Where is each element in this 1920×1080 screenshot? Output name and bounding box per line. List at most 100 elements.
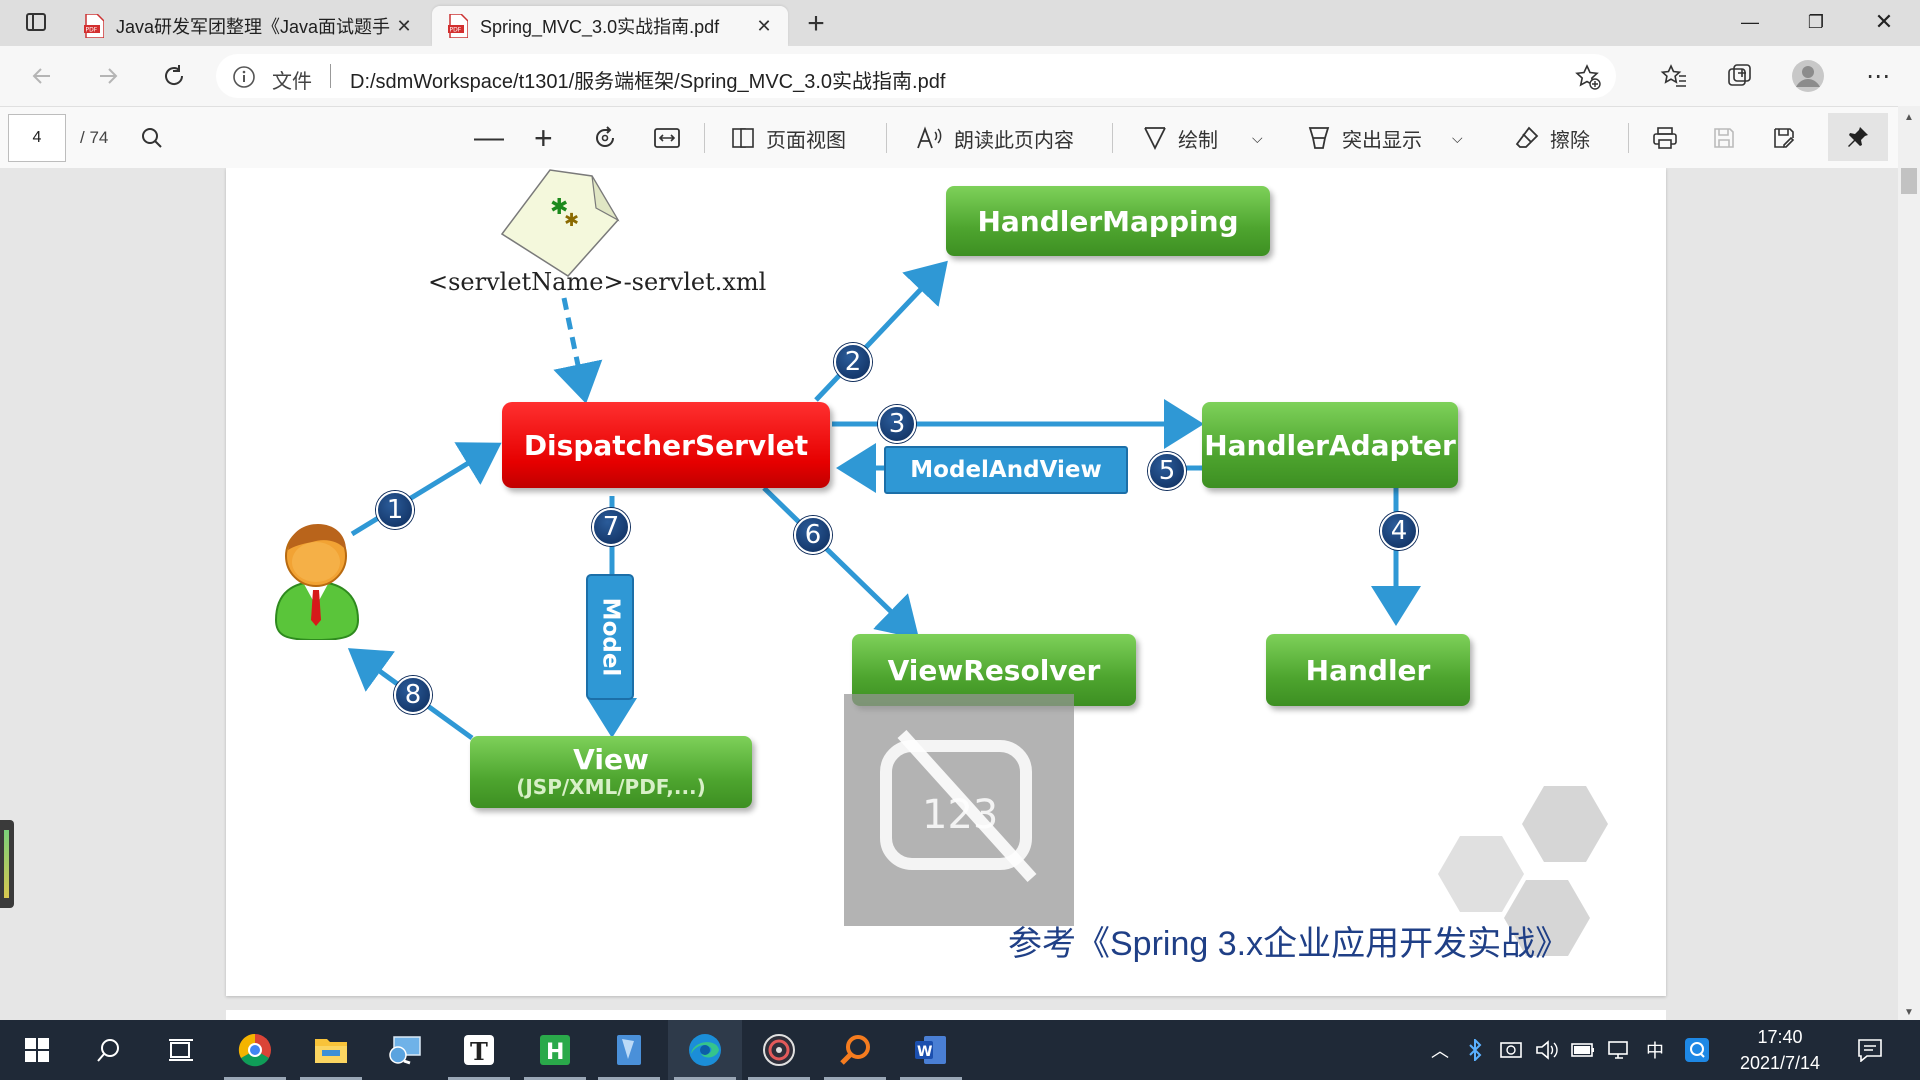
- svg-text:✱: ✱: [564, 210, 579, 231]
- remote-desktop-icon[interactable]: [368, 1020, 442, 1080]
- close-icon[interactable]: ✕: [754, 16, 774, 37]
- tray-overflow-icon[interactable]: ︿: [1424, 1020, 1456, 1080]
- fit-width-icon[interactable]: [654, 120, 680, 156]
- tab-java-interview[interactable]: PDF Java研发军团整理《Java面试题手 ✕: [68, 6, 428, 46]
- volume-icon[interactable]: [1532, 1020, 1562, 1080]
- tab-actions-icon[interactable]: [16, 2, 56, 42]
- handler-adapter-label: HandlerAdapter: [1204, 428, 1456, 462]
- tab-title: Java研发军团整理《Java面试题手: [116, 17, 391, 37]
- handler-mapping-label: HandlerMapping: [977, 204, 1239, 238]
- draw-button[interactable]: 绘制 ⌵: [1142, 120, 1263, 156]
- notepad-icon[interactable]: [592, 1020, 666, 1080]
- view-resolver-label: ViewResolver: [887, 653, 1101, 687]
- task-view-icon[interactable]: [144, 1020, 218, 1080]
- step-2-badge: 2: [834, 343, 872, 381]
- step-7-badge: 7: [592, 508, 630, 546]
- chevron-down-icon[interactable]: ⌵: [1452, 130, 1463, 147]
- step-4-badge: 4: [1380, 512, 1418, 550]
- new-tab-button[interactable]: +: [796, 4, 836, 44]
- view-title: View: [573, 743, 649, 776]
- model-label: Model: [597, 597, 624, 677]
- handler-label: Handler: [1305, 653, 1431, 687]
- word-icon[interactable]: W: [894, 1020, 968, 1080]
- back-button[interactable]: [22, 56, 62, 96]
- tab-spring-mvc[interactable]: PDF Spring_MVC_3.0实战指南.pdf ✕: [432, 6, 788, 46]
- search-icon[interactable]: [140, 120, 164, 156]
- page-view-button[interactable]: 页面视图: [730, 120, 846, 156]
- zoom-in-button[interactable]: +: [534, 120, 553, 156]
- number-overlay-widget[interactable]: 123: [844, 694, 1074, 926]
- search-tool-icon[interactable]: [818, 1020, 892, 1080]
- draw-label: 绘制: [1178, 129, 1218, 152]
- close-window-button[interactable]: ✕: [1854, 0, 1914, 44]
- bluetooth-icon[interactable]: [1460, 1020, 1490, 1080]
- pdf-toolbar: 4 / 74 — + 页面视图 朗读此页内容 绘制 ⌵ 突出显示 ⌵ 擦除: [0, 106, 1920, 170]
- svg-text:T: T: [470, 1037, 488, 1066]
- step-6-badge: 6: [794, 516, 832, 554]
- user-icon: [274, 524, 360, 640]
- clock[interactable]: 17:40 2021/7/14: [1720, 1024, 1840, 1076]
- dispatcher-servlet-label: DispatcherServlet: [523, 428, 809, 462]
- pdf-page: ✱ ✱ <servletName>-servlet.xml HandlerMap…: [226, 168, 1666, 996]
- file-explorer-icon[interactable]: [294, 1020, 368, 1080]
- vertical-scrollbar[interactable]: ▲ ▼: [1898, 106, 1920, 1020]
- step-1-badge: 1: [376, 491, 414, 529]
- windows-start-icon[interactable]: [0, 1020, 74, 1080]
- highlighter-icon: [1308, 127, 1330, 149]
- page-total: / 74: [80, 128, 109, 147]
- info-icon[interactable]: [232, 65, 256, 89]
- zoom-out-button[interactable]: —: [474, 120, 504, 156]
- scrollbar-thumb[interactable]: [1901, 168, 1917, 194]
- side-panel-handle[interactable]: [0, 820, 14, 908]
- navigation-bar: 文件 D:/sdmWorkspace/t1301/服务端框架/Spring_MV…: [0, 46, 1920, 106]
- tab-strip: PDF Java研发军团整理《Java面试题手 ✕ PDF Spring_MVC…: [0, 0, 1920, 46]
- profile-avatar[interactable]: [1788, 56, 1828, 96]
- restore-button[interactable]: ❐: [1786, 0, 1846, 44]
- refresh-button[interactable]: [154, 56, 194, 96]
- forward-button[interactable]: [88, 56, 128, 96]
- model-and-view-box: ModelAndView: [884, 446, 1128, 494]
- svg-text:PDF: PDF: [86, 27, 98, 34]
- clock-time: 17:40: [1757, 1027, 1803, 1047]
- svg-text:W: W: [917, 1044, 932, 1060]
- more-options-icon[interactable]: ⋯: [1858, 56, 1898, 96]
- highlight-button[interactable]: 突出显示 ⌵: [1306, 120, 1463, 156]
- pdf-icon: PDF: [84, 14, 104, 38]
- qq-tray-icon[interactable]: [1680, 1020, 1714, 1080]
- scroll-down-icon[interactable]: ▼: [1904, 1007, 1914, 1018]
- read-aloud-label: 朗读此页内容: [954, 129, 1074, 152]
- erase-button[interactable]: 擦除: [1514, 120, 1590, 156]
- read-aloud-button[interactable]: 朗读此页内容: [916, 120, 1074, 156]
- chevron-down-icon[interactable]: ⌵: [1252, 130, 1263, 147]
- collections-icon[interactable]: [1720, 56, 1760, 96]
- scroll-up-icon[interactable]: ▲: [1904, 112, 1914, 123]
- document-viewport[interactable]: ✱ ✱ <servletName>-servlet.xml HandlerMap…: [0, 168, 1898, 1020]
- print-icon[interactable]: [1652, 120, 1678, 156]
- close-icon[interactable]: ✕: [394, 16, 414, 37]
- hbuilder-icon[interactable]: H: [518, 1020, 592, 1080]
- chrome-icon[interactable]: [218, 1020, 292, 1080]
- save-as-icon[interactable]: [1772, 120, 1796, 156]
- url-text[interactable]: D:/sdmWorkspace/t1301/服务端框架/Spring_MVC_3…: [350, 65, 945, 94]
- address-bar[interactable]: 文件 D:/sdmWorkspace/t1301/服务端框架/Spring_MV…: [216, 54, 1616, 98]
- battery-icon[interactable]: [1568, 1020, 1598, 1080]
- highlight-label: 突出显示: [1342, 129, 1422, 152]
- network-icon[interactable]: [1604, 1020, 1634, 1080]
- save-icon[interactable]: [1712, 120, 1736, 156]
- screen-capture-icon[interactable]: [1496, 1020, 1526, 1080]
- minimize-button[interactable]: —: [1720, 0, 1780, 44]
- rotate-icon[interactable]: [592, 120, 618, 156]
- pin-toolbar-icon[interactable]: [1828, 113, 1888, 161]
- input-method-indicator[interactable]: 中: [1640, 1020, 1670, 1080]
- typora-icon[interactable]: T: [442, 1020, 516, 1080]
- tab-title: Spring_MVC_3.0实战指南.pdf: [480, 17, 720, 37]
- config-file-label: <servletName>-servlet.xml: [428, 268, 767, 296]
- music-player-icon[interactable]: [742, 1020, 816, 1080]
- add-favorite-icon[interactable]: [1574, 63, 1602, 91]
- notification-icon[interactable]: [1850, 1020, 1890, 1080]
- edge-icon[interactable]: [668, 1020, 742, 1080]
- page-number-input[interactable]: 4: [8, 114, 66, 162]
- search-icon[interactable]: [72, 1020, 146, 1080]
- xml-file-icon: ✱ ✱: [500, 169, 620, 277]
- favorites-icon[interactable]: [1654, 56, 1694, 96]
